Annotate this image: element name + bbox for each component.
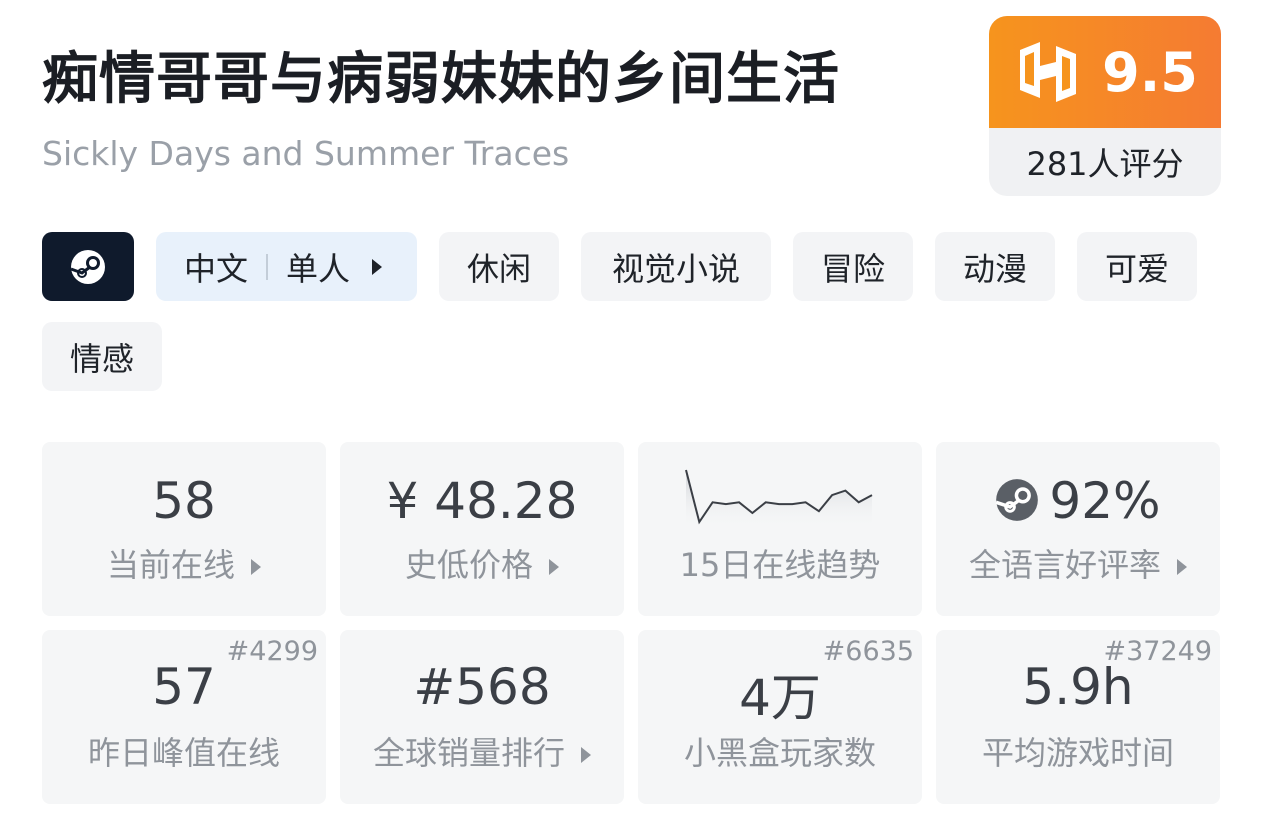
chevron-right-icon xyxy=(549,559,559,575)
trend-sparkline xyxy=(685,469,873,528)
stat-label: 当前在线 xyxy=(42,540,326,586)
stat-heybox-players[interactable]: #6635 4万 小黑盒玩家数 xyxy=(638,630,922,804)
tag-visual-novel[interactable]: 视觉小说 xyxy=(581,232,771,301)
stat-label: 史低价格 xyxy=(340,540,624,586)
steam-icon xyxy=(996,479,1039,521)
stat-lowest-price[interactable]: ¥ 48.28 史低价格 xyxy=(340,442,624,616)
rating-count: 281人评分 xyxy=(1026,145,1184,183)
stat-label: 平均游戏时间 xyxy=(981,734,1174,772)
stat-label: 小黑盒玩家数 xyxy=(683,734,876,772)
score-header: 9.5 xyxy=(989,16,1221,128)
mode-label: 单人 xyxy=(286,249,351,288)
stat-label: 15日在线趋势 xyxy=(679,546,881,584)
stat-value: 58 xyxy=(152,472,216,530)
score-card[interactable]: 9.5 281人评分 xyxy=(989,16,1221,196)
stat-value: 5.9h xyxy=(1022,658,1134,716)
stat-label: 全语言好评率 xyxy=(936,540,1220,586)
tag-cute[interactable]: 可爱 xyxy=(1077,232,1197,301)
language-label: 中文 xyxy=(184,249,249,288)
tag-casual[interactable]: 休闲 xyxy=(439,232,559,301)
stat-label: 昨日峰值在线 xyxy=(87,734,280,772)
stat-current-online[interactable]: 58 当前在线 xyxy=(42,442,326,616)
stat-peak-yesterday[interactable]: #4299 57 昨日峰值在线 xyxy=(42,630,326,804)
stat-online-trend[interactable]: 15日在线趋势 xyxy=(638,442,922,616)
stat-label: 全球销量排行 xyxy=(340,728,624,774)
chevron-right-icon xyxy=(1177,559,1187,575)
tag-emotional[interactable]: 情感 xyxy=(42,322,162,391)
platform-steam-tag[interactable] xyxy=(42,232,134,301)
stat-value: ¥ 48.28 xyxy=(386,472,578,530)
score-value: 9.5 xyxy=(1102,40,1198,104)
tag-divider xyxy=(266,253,269,280)
trend-area xyxy=(686,470,872,528)
stat-avg-playtime[interactable]: #37249 5.9h 平均游戏时间 xyxy=(936,630,1220,804)
stat-value: 57 xyxy=(152,658,216,716)
language-mode-tag[interactable]: 中文 单人 xyxy=(156,232,417,301)
game-subtitle: Sickly Days and Summer Traces xyxy=(42,134,570,173)
review-rate-value: 92% xyxy=(1049,472,1161,530)
stat-value: #568 xyxy=(413,658,551,716)
tag-adventure[interactable]: 冒险 xyxy=(793,232,913,301)
game-title: 痴情哥哥与病弱妹妹的乡间生活 xyxy=(42,47,840,112)
chevron-right-icon xyxy=(251,559,261,575)
chevron-right-icon xyxy=(372,258,383,275)
steam-icon xyxy=(70,249,105,284)
chevron-right-icon xyxy=(581,747,591,763)
stat-global-sales[interactable]: #568 全球销量排行 xyxy=(340,630,624,804)
stat-value: 4万 xyxy=(739,669,821,727)
stat-review-rate[interactable]: 92% 全语言好评率 xyxy=(936,442,1220,616)
stat-value: 92% xyxy=(936,472,1220,530)
tag-anime[interactable]: 动漫 xyxy=(935,232,1055,301)
heybox-logo-icon xyxy=(1020,42,1077,102)
